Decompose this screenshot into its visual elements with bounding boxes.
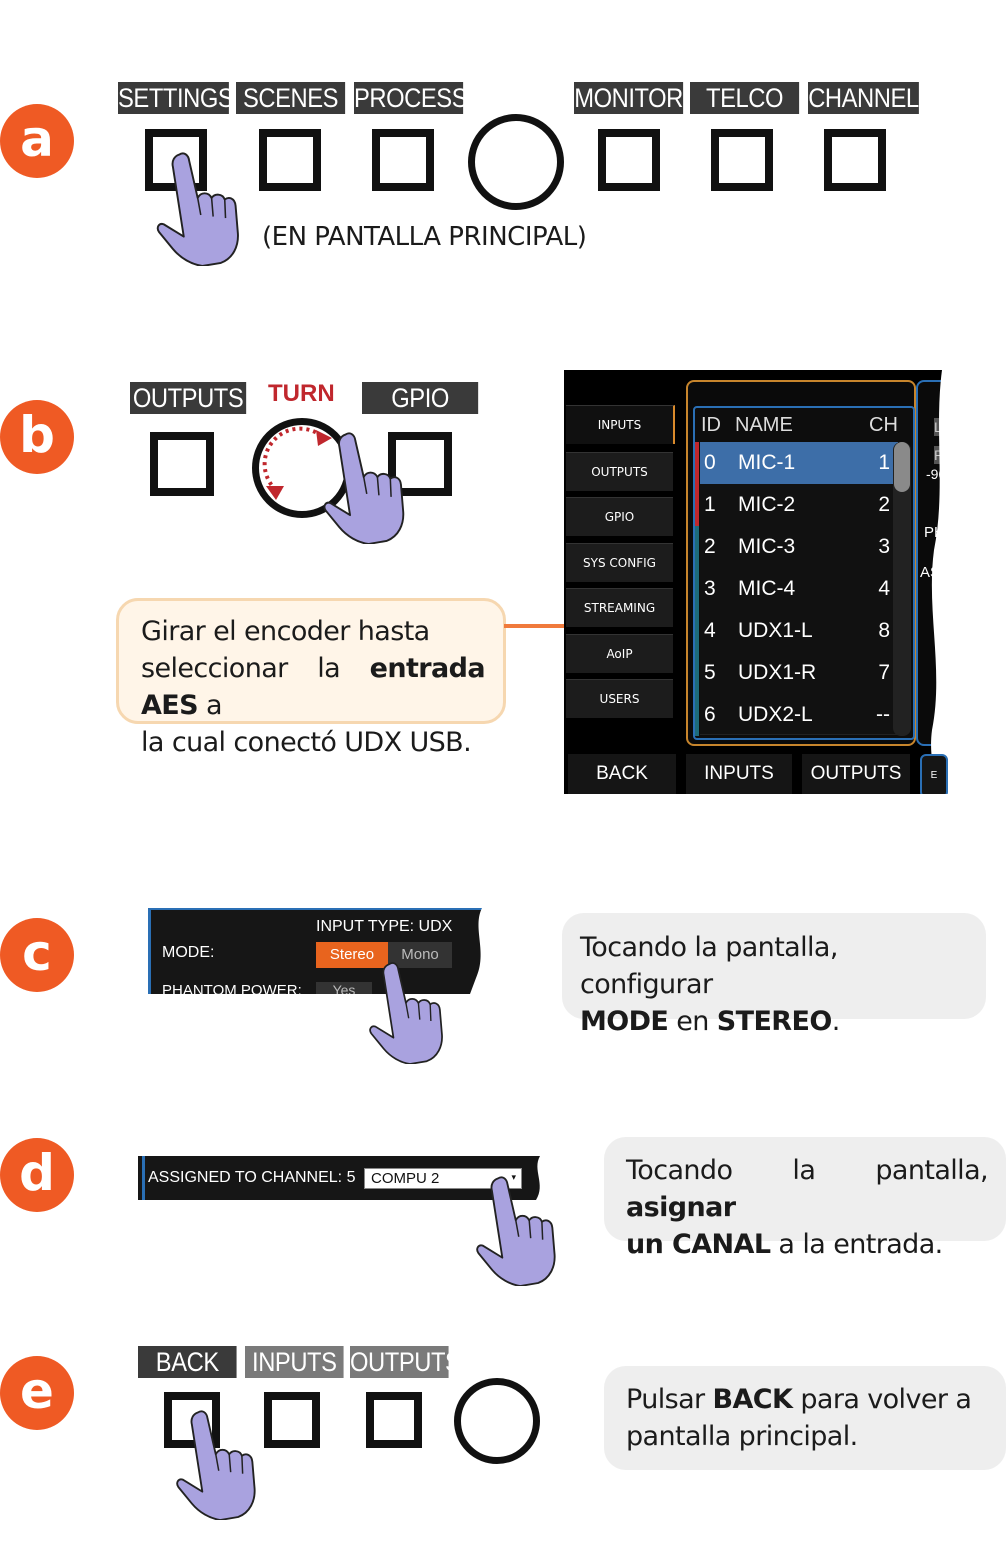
pointing-hand-icon [466, 1174, 570, 1286]
callout-line: Tocando la pantalla, asignar [626, 1155, 989, 1223]
torn-edge [931, 370, 948, 794]
callout-line: Pulsar BACK para volver a [626, 1384, 972, 1415]
telco-button[interactable] [711, 129, 773, 191]
step-c-badge: c [0, 918, 74, 992]
callout-line: un CANAL a la entrada. [626, 1229, 943, 1260]
inputs-label: INPUTS [245, 1346, 344, 1378]
assigned-channel-label: ASSIGNED TO CHANNEL: 5 [148, 1169, 356, 1186]
mode-label: MODE: [162, 944, 215, 961]
sidebar-item-aoip[interactable]: AoIP [566, 634, 673, 673]
column-id-header: ID [701, 414, 721, 436]
back-instruction-callout: Pulsar BACK para volver a pantalla princ… [604, 1366, 1006, 1470]
column-name-header: NAME [735, 414, 793, 436]
pointing-hand-icon [168, 1408, 268, 1520]
step-e-badge: e [0, 1356, 74, 1430]
extra-tab[interactable]: E [920, 754, 948, 794]
encoder-instruction-callout: Girar el encoder hasta seleccionar la en… [116, 598, 506, 758]
inputs-button[interactable] [264, 1392, 320, 1448]
list-item[interactable]: 4 UDX1-L 8 [700, 610, 898, 653]
input-list[interactable]: ID NAME CH 0 MIC-1 1 1 MIC-2 2 2 MIC-3 3 3 MIC-… [693, 406, 915, 740]
step-a-badge: a [0, 104, 74, 178]
list-item[interactable]: 1 MIC-2 2 [700, 484, 898, 527]
sidebar-item-users[interactable]: USERS [566, 679, 673, 718]
step-d-badge: d [0, 1138, 74, 1212]
mode-instruction-callout: Tocando la pantalla, configurar MODE en … [562, 913, 986, 1037]
sidebar-item-outputs[interactable]: OUTPUTS [566, 452, 673, 491]
encoder-knob[interactable] [468, 114, 564, 210]
sidebar-item-inputs[interactable]: INPUTS [566, 405, 675, 444]
callout-line: Tocando la pantalla, configurar [580, 932, 838, 1000]
step-b-badge: b [0, 400, 74, 474]
gpio-label: GPIO [362, 382, 479, 414]
pointing-hand-icon [148, 150, 252, 266]
callout-line: MODE en STEREO. [580, 1006, 840, 1037]
callout-line: pantalla principal. [626, 1421, 858, 1452]
pointing-hand-icon [356, 960, 460, 1064]
scenes-button[interactable] [259, 129, 321, 191]
sidebar-item-streaming[interactable]: STREAMING [566, 588, 673, 627]
process-button[interactable] [372, 129, 434, 191]
row-marker [695, 526, 699, 736]
back-label: BACK [138, 1346, 237, 1378]
outputs-button[interactable] [150, 432, 214, 496]
list-item[interactable]: 6 UDX2-L -- [700, 694, 898, 735]
inputs-tab[interactable]: INPUTS [686, 754, 792, 794]
row-marker [695, 442, 699, 526]
callout-line: la cual conectó UDX USB. [141, 727, 472, 758]
list-item[interactable]: 3 MIC-4 4 [700, 568, 898, 611]
scenes-label: SCENES [236, 82, 346, 114]
phantom-power-label: PHANTOM POWER: [162, 982, 302, 994]
torn-edge [470, 908, 488, 994]
outputs-tab[interactable]: OUTPUTS [802, 754, 910, 794]
channel-button[interactable] [824, 129, 886, 191]
sidebar-item-sys-config[interactable]: SYS CONFIG [566, 543, 673, 582]
list-item[interactable]: 0 MIC-1 1 [700, 442, 898, 485]
channel-select-value: COMPU 2 [371, 1170, 440, 1187]
list-item[interactable]: 2 MIC-3 3 [700, 526, 898, 569]
callout-line: Girar el encoder hasta [141, 616, 430, 647]
settings-label: SETTINGS [118, 82, 234, 114]
main-screen-note: (EN PANTALLA PRINCIPAL) [262, 222, 587, 252]
callout-line: seleccionar la entrada AES a [141, 653, 486, 721]
encoder-knob[interactable] [454, 1378, 540, 1464]
telco-label: TELCO [690, 82, 800, 114]
pointing-hand-icon [316, 430, 416, 544]
list-item[interactable]: 5 UDX1-R 7 [700, 652, 898, 695]
input-type-label: INPUT TYPE: UDX [316, 918, 453, 935]
monitor-label: MONITOR [574, 82, 683, 114]
turn-label: TURN [268, 380, 335, 407]
input-list-panel: ID NAME CH 0 MIC-1 1 1 MIC-2 2 2 MIC-3 3 3 MIC-… [686, 380, 916, 746]
outputs-button[interactable] [366, 1392, 422, 1448]
device-screen-inputs: INPUTS OUTPUTS GPIO SYS CONFIG STREAMING… [564, 370, 948, 794]
sidebar-item-gpio[interactable]: GPIO [566, 497, 673, 536]
assign-instruction-callout: Tocando la pantalla, asignar un CANAL a … [604, 1137, 1006, 1260]
monitor-button[interactable] [598, 129, 660, 191]
channel-label: CHANNEL [808, 82, 919, 114]
scrollbar-thumb[interactable] [894, 442, 910, 492]
outputs-label: OUTPUTS [130, 382, 247, 414]
outputs-label: OUTPUTS [350, 1346, 461, 1378]
list-scrollbar[interactable] [893, 442, 911, 736]
back-button[interactable]: BACK [568, 754, 676, 794]
process-label: PROCESS [354, 82, 468, 114]
column-ch-header: CH [869, 414, 898, 436]
